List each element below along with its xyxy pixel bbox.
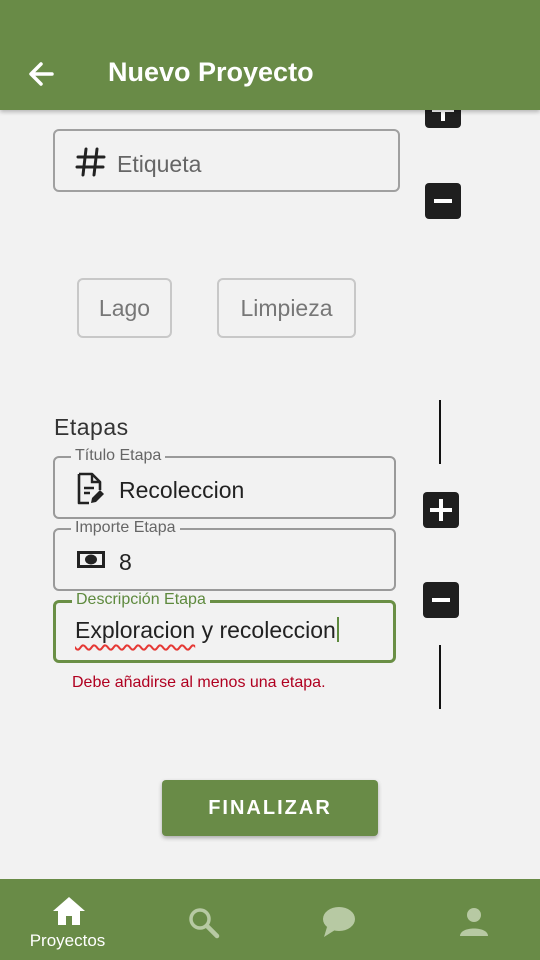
nav-item-projects[interactable]: Proyectos <box>0 879 135 960</box>
tag-placeholder: Etiqueta <box>117 151 202 177</box>
tag-input[interactable]: Etiqueta <box>53 129 400 192</box>
finalize-button[interactable]: FINALIZAR <box>162 780 378 836</box>
divider-line <box>439 400 441 464</box>
chat-icon <box>323 907 355 937</box>
minus-icon <box>432 598 450 602</box>
stage-title-label: Título Etapa <box>71 447 166 465</box>
remove-stage-button[interactable] <box>423 582 459 618</box>
remove-tag-button[interactable] <box>425 183 461 219</box>
nav-item-profile[interactable] <box>405 879 540 960</box>
plus-icon <box>430 499 452 521</box>
tag-chip-limpieza[interactable]: Limpieza <box>217 278 356 338</box>
stage-amount-label: Importe Etapa <box>71 519 180 537</box>
cash-icon <box>77 551 105 568</box>
minus-icon <box>434 199 452 203</box>
arrow-left-icon <box>29 62 54 86</box>
stages-title: Etapas <box>54 414 129 440</box>
stage-amount-input[interactable]: Importe Etapa 8 <box>53 519 396 591</box>
stage-title-input[interactable]: Título Etapa Recoleccion <box>53 447 396 519</box>
nav-label-projects: Proyectos <box>29 931 106 950</box>
search-icon <box>189 908 220 939</box>
hash-icon <box>75 147 106 177</box>
description-rest: y recoleccion <box>195 617 336 643</box>
error-message: Debe añadirse al menos una etapa. <box>72 674 326 691</box>
document-edit-icon <box>77 472 104 505</box>
page-title: Nuevo Proyecto <box>108 57 314 87</box>
stage-title-value: Recoleccion <box>119 477 245 503</box>
misspelled-word: Exploracion <box>75 617 196 643</box>
back-button[interactable] <box>22 56 62 92</box>
text-cursor <box>336 617 339 642</box>
app-bar: Nuevo Proyecto <box>0 0 540 110</box>
stage-description-value: Exploracion y recoleccion <box>75 617 339 644</box>
stage-description-input[interactable]: Descripción Etapa Exploracion y recolecc… <box>53 591 396 663</box>
stage-description-label: Descripción Etapa <box>72 591 210 609</box>
divider-line <box>439 645 441 709</box>
nav-item-search[interactable] <box>135 879 270 960</box>
add-stage-button[interactable] <box>423 492 459 528</box>
bottom-nav: Proyectos <box>0 879 540 960</box>
home-icon <box>53 897 85 925</box>
person-icon <box>460 908 488 936</box>
nav-item-chat[interactable] <box>270 879 405 960</box>
tag-chip-lago[interactable]: Lago <box>77 278 172 338</box>
stage-amount-value: 8 <box>119 549 132 575</box>
